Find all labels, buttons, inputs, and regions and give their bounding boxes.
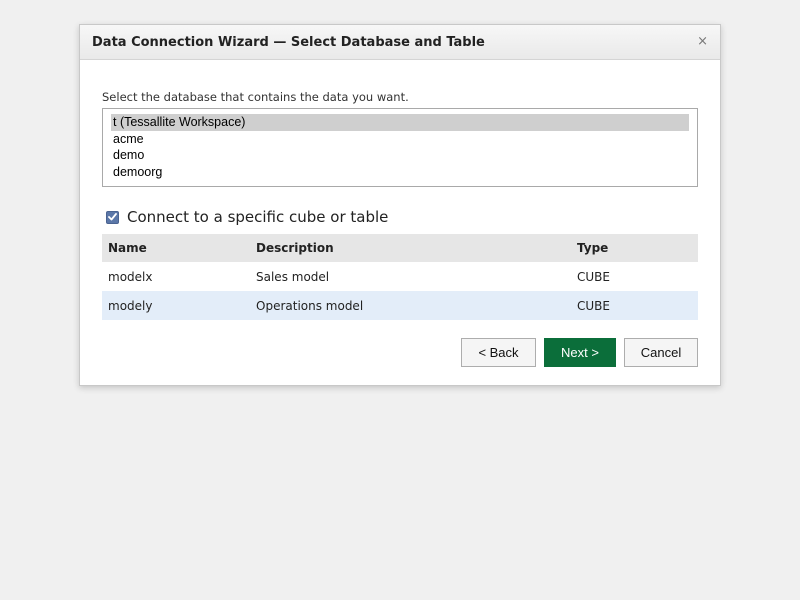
database-listbox[interactable]: t (Tessallite Workspace) acme demo demoo… bbox=[102, 108, 698, 187]
specific-table-option[interactable]: Connect to a specific cube or table bbox=[106, 208, 388, 226]
table-cell-description: Sales model bbox=[256, 269, 330, 284]
database-item[interactable]: demo bbox=[111, 147, 689, 164]
table-header-row: Name Description Type bbox=[102, 234, 698, 262]
cube-table: Name Description Type modelx Sales model… bbox=[102, 234, 698, 320]
dialog-titlebar: Data Connection Wizard — Select Database… bbox=[80, 25, 720, 60]
column-header-type[interactable]: Type bbox=[577, 241, 698, 255]
cancel-button[interactable]: Cancel bbox=[624, 338, 698, 367]
table-cell-type: CUBE bbox=[577, 298, 610, 313]
table-cell-description: Operations model bbox=[256, 298, 364, 313]
column-header-name[interactable]: Name bbox=[102, 241, 256, 255]
table-cell-type: CUBE bbox=[577, 269, 610, 284]
data-connection-wizard-dialog: Data Connection Wizard — Select Database… bbox=[79, 24, 721, 386]
next-button[interactable]: Next > bbox=[544, 338, 616, 367]
table-cell-name: modelx bbox=[108, 269, 153, 284]
column-header-description[interactable]: Description bbox=[256, 241, 577, 255]
table-cell-name: modely bbox=[108, 298, 153, 313]
database-prompt-label: Select the database that contains the da… bbox=[102, 90, 409, 104]
specific-table-label: Connect to a specific cube or table bbox=[127, 208, 389, 226]
database-item[interactable]: t (Tessallite Workspace) bbox=[111, 114, 689, 131]
back-button[interactable]: < Back bbox=[461, 338, 536, 367]
dialog-title: Data Connection Wizard — Select Database… bbox=[92, 35, 485, 50]
table-row[interactable]: modely Operations model CUBE bbox=[102, 291, 698, 320]
close-icon[interactable]: × bbox=[697, 34, 708, 50]
database-item[interactable]: demoorg bbox=[111, 164, 689, 181]
specific-table-checkbox[interactable] bbox=[106, 210, 119, 224]
checkmark-icon bbox=[108, 213, 117, 221]
table-row[interactable]: modelx Sales model CUBE bbox=[102, 262, 698, 291]
database-item[interactable]: acme bbox=[111, 131, 689, 148]
